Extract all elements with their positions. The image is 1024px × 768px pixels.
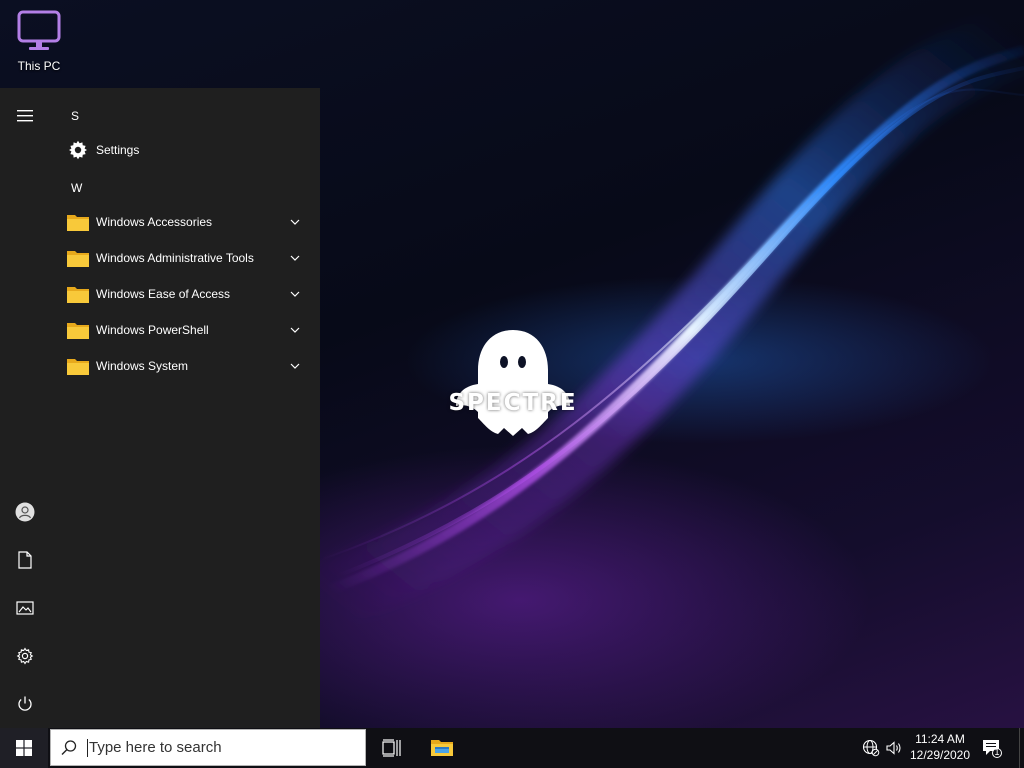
ghost-icon <box>456 330 570 436</box>
search-input[interactable] <box>87 738 349 757</box>
app-item-label: Windows Accessories <box>96 215 213 229</box>
spectre-logo-text: SPECTRE <box>448 390 578 416</box>
group-header-s[interactable]: S <box>71 109 79 123</box>
chevron-down-icon[interactable] <box>288 251 302 265</box>
spectre-logo: SPECTRE <box>438 326 588 442</box>
chevron-down-icon[interactable] <box>288 287 302 301</box>
show-desktop-button[interactable] <box>1019 728 1024 768</box>
action-center-button[interactable]: 1 <box>982 738 1002 758</box>
file-explorer-button[interactable] <box>418 728 466 768</box>
app-list: S Settings W Windows Accessories Windows… <box>50 88 320 728</box>
app-item-label: Windows PowerShell <box>96 323 209 337</box>
app-item-label: Settings <box>96 143 140 157</box>
app-icon-container <box>60 348 96 384</box>
app-icon-container <box>60 312 96 348</box>
task-view-button[interactable] <box>368 728 416 768</box>
this-pc-desktop-icon[interactable]: This PC <box>6 4 72 76</box>
search-icon-container <box>51 730 87 766</box>
volume-tray-button[interactable] <box>884 738 904 758</box>
network-globe-icon <box>862 739 880 757</box>
hamburger-menu-button[interactable] <box>0 92 50 140</box>
volume-icon <box>886 741 901 755</box>
app-item-settings[interactable]: Settings <box>50 132 312 168</box>
taskbar-search-box[interactable] <box>50 729 366 766</box>
app-item-windows-ease-of-access[interactable]: Windows Ease of Access <box>50 276 312 312</box>
app-item-label: Windows Administrative Tools <box>96 251 254 265</box>
app-icon-container <box>60 240 96 276</box>
hamburger-menu-icon <box>17 110 33 122</box>
folder-icon <box>67 215 89 231</box>
app-item-windows-system[interactable]: Windows System <box>50 348 312 384</box>
app-item-label: Windows System <box>96 359 189 373</box>
settings-icon <box>16 647 34 665</box>
power-button[interactable] <box>0 680 50 728</box>
windows-logo-icon <box>16 740 32 756</box>
tray-clock[interactable]: 11:24 AM 12/29/2020 <box>904 731 976 765</box>
power-icon <box>18 696 32 711</box>
app-item-windows-administrative-tools[interactable]: Windows Administrative Tools <box>50 240 312 276</box>
app-item-windows-powershell[interactable]: Windows PowerShell <box>50 312 312 348</box>
chevron-down-icon[interactable] <box>288 323 302 337</box>
network-tray-button[interactable] <box>861 738 881 758</box>
user-account-button[interactable] <box>0 488 50 536</box>
app-item-label: Windows Ease of Access <box>96 287 231 301</box>
app-icon-container <box>60 276 96 312</box>
taskbar: 11:24 AM 12/29/2020 1 <box>0 728 1024 768</box>
file-explorer-icon <box>431 740 453 756</box>
settings-button[interactable] <box>0 632 50 680</box>
notification-count-badge: 1 <box>994 747 1000 757</box>
documents-icon <box>18 551 32 569</box>
user-account-icon <box>15 502 35 522</box>
monitor-icon <box>17 10 61 50</box>
desktop: This PC SPECTRE S Settings W Windows Acc… <box>0 0 1024 768</box>
search-icon <box>61 739 77 755</box>
start-button[interactable] <box>0 728 48 768</box>
app-item-windows-accessories[interactable]: Windows Accessories <box>50 204 312 240</box>
gear-icon <box>69 140 87 160</box>
start-menu: S Settings W Windows Accessories Windows… <box>0 88 320 728</box>
task-view-icon <box>382 739 401 757</box>
start-menu-rail <box>0 88 50 728</box>
folder-icon <box>67 359 89 375</box>
documents-button[interactable] <box>0 536 50 584</box>
chevron-down-icon[interactable] <box>288 359 302 373</box>
clock-time: 11:24 AM <box>915 732 965 746</box>
clock-date: 12/29/2020 <box>909 748 971 762</box>
pictures-button[interactable] <box>0 584 50 632</box>
chevron-down-icon[interactable] <box>288 215 302 229</box>
group-header-w[interactable]: W <box>71 181 82 195</box>
folder-icon <box>67 251 89 267</box>
folder-icon <box>67 323 89 339</box>
this-pc-label: This PC <box>17 59 61 73</box>
folder-icon <box>67 287 89 303</box>
app-icon-container <box>60 132 96 168</box>
pictures-icon <box>16 601 34 615</box>
app-icon-container <box>60 204 96 240</box>
